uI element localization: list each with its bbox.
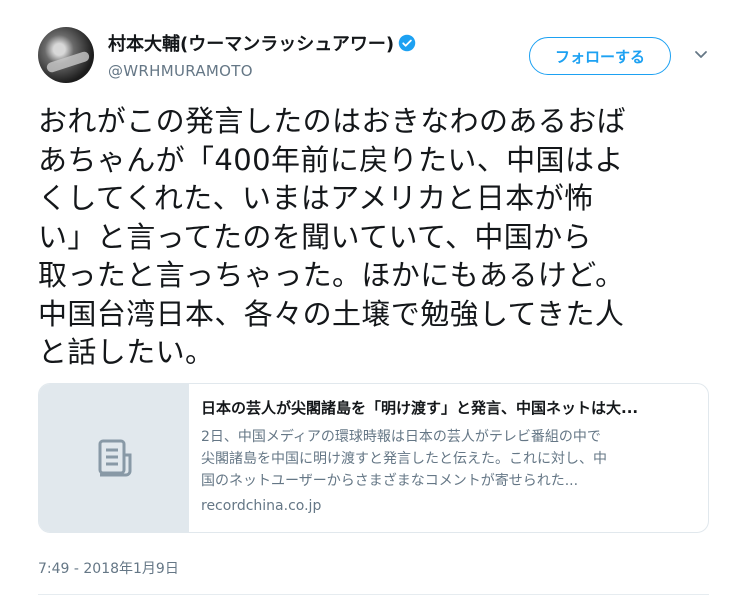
document-icon bbox=[98, 439, 132, 477]
tweet-line: 中国台湾日本、各々の土壌で勉強してきた人 bbox=[38, 296, 625, 331]
follow-button[interactable]: フォローする bbox=[529, 37, 671, 75]
card-description: 2日、中国メディアの環球時報は日本の芸人がテレビ番組の中で 尖閣諸島を中国に明け… bbox=[201, 426, 696, 492]
card-body[interactable]: 日本の芸人が尖閣諸島を「明け渡す」と発言、中国ネットは大... 2日、中国メディ… bbox=[201, 398, 696, 514]
card-description-line: 2日、中国メディアの環球時報は日本の芸人がテレビ番組の中で bbox=[201, 429, 601, 445]
card-description-line: 国のネットユーザーからさまざまなコメントが寄せられた... bbox=[201, 473, 579, 489]
tweet-line: おれがこの発言したのはおきなわのあるおば bbox=[38, 104, 627, 138]
card-description-line: 尖閣諸島を中国に明け渡すと発言したと伝えた。これに対し、中 bbox=[201, 451, 607, 467]
tweet-line: い」と言ってたのを聞いていて、中国から bbox=[38, 219, 592, 254]
tweet-timestamp[interactable]: 7:49 - 2018年1月9日 bbox=[38, 558, 179, 578]
avatar-image-detail bbox=[45, 50, 91, 74]
chevron-down-icon[interactable] bbox=[693, 46, 709, 62]
tweet-text: おれがこの発言したのはおきなわのあるおば あちゃんが「400年前に戻りたい、中国… bbox=[38, 102, 703, 372]
link-card[interactable]: 日本の芸人が尖閣諸島を「明け渡す」と発言、中国ネットは大... 2日、中国メディ… bbox=[38, 383, 709, 533]
author-handle[interactable]: @WRHMURAMOTO bbox=[108, 62, 253, 80]
avatar[interactable] bbox=[38, 27, 94, 83]
tweet-line: あちゃんが「400年前に戻りたい、中国はよ bbox=[38, 142, 624, 177]
author-display-name[interactable]: 村本大輔(ウーマンラッシュアワー) bbox=[108, 30, 394, 56]
card-title[interactable]: 日本の芸人が尖閣諸島を「明け渡す」と発言、中国ネットは大... bbox=[201, 398, 696, 418]
author-name-row[interactable]: 村本大輔(ウーマンラッシュアワー) bbox=[108, 30, 416, 56]
card-thumbnail bbox=[39, 384, 189, 532]
tweet-line: と話したい。 bbox=[38, 335, 215, 369]
divider bbox=[38, 594, 709, 595]
verified-badge-icon bbox=[398, 34, 416, 52]
card-domain: recordchina.co.jp bbox=[201, 498, 322, 514]
tweet-line: くしてくれた、いまはアメリカと日本が怖 bbox=[38, 181, 594, 215]
tweet-line: 取ったと言っちゃった。ほかにもあるけど。 bbox=[38, 258, 625, 292]
